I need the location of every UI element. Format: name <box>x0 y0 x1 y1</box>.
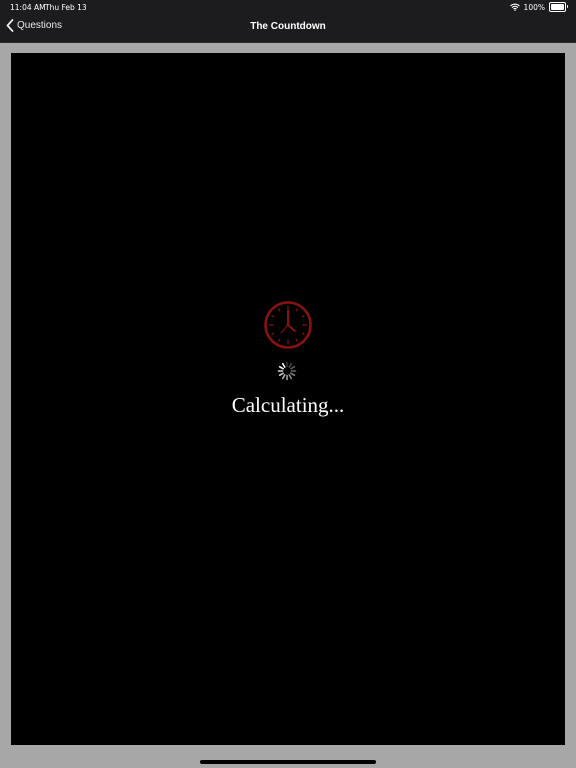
status-bar: 11:04 AM Thu Feb 13 100% <box>0 0 576 14</box>
spinner-spoke <box>278 372 284 377</box>
wifi-icon <box>509 3 520 11</box>
clock-icon <box>264 301 312 349</box>
page-title: The Countdown <box>250 21 326 32</box>
spinner-spoke <box>290 372 296 377</box>
battery-fill <box>551 4 564 10</box>
spinner-spoke <box>281 362 286 368</box>
activity-spinner-icon <box>277 361 297 381</box>
navigation-bar: Questions The Countdown <box>0 14 576 43</box>
countdown-content: Calculating... <box>11 53 565 745</box>
battery-icon <box>549 2 568 12</box>
status-right-group: 100% <box>509 2 568 12</box>
spinner-spoke <box>288 374 293 380</box>
spinner-spoke <box>290 365 296 370</box>
loading-text: Calculating... <box>231 393 345 417</box>
status-time: 11:04 AM <box>10 3 46 12</box>
status-date: Thu Feb 13 <box>45 3 87 12</box>
spinner-spoke <box>281 374 286 380</box>
battery-percent: 100% <box>523 2 545 12</box>
home-indicator[interactable] <box>200 760 376 764</box>
spinner-spoke <box>288 362 293 368</box>
spinner-spoke <box>278 365 284 370</box>
